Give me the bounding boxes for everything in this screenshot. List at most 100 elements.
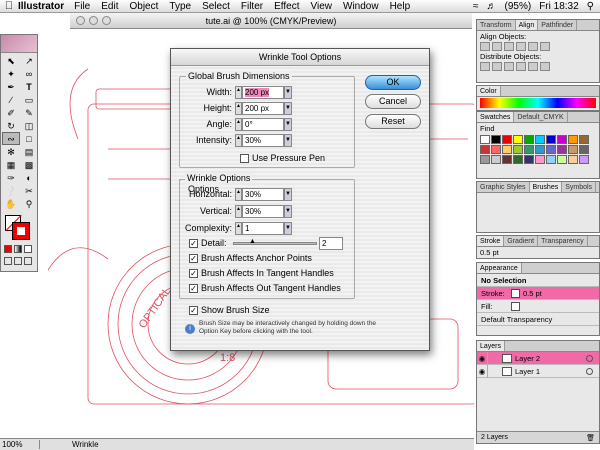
swatch[interactable] (568, 145, 578, 154)
detail-slider[interactable] (233, 242, 317, 245)
tab-graphic-styles[interactable]: Graphic Styles (477, 182, 530, 192)
zoom-window-icon[interactable] (102, 16, 111, 25)
tab-gradient[interactable]: Gradient (504, 236, 539, 246)
tab-brushes[interactable]: Brushes (529, 182, 563, 192)
visibility-eye-icon[interactable]: ◉ (477, 365, 487, 378)
anchor-points-row[interactable]: ✓ Brush Affects Anchor Points (189, 251, 312, 265)
swatch[interactable] (491, 145, 501, 154)
screen-mode-standard-icon[interactable] (4, 257, 12, 265)
distribute-right-icon[interactable] (540, 62, 550, 71)
tab-stroke[interactable]: Stroke (477, 236, 505, 246)
gradient-mode-icon[interactable] (14, 245, 22, 253)
swatch[interactable] (535, 145, 545, 154)
cancel-button[interactable]: Cancel (365, 94, 421, 109)
distribute-hcenter-icon[interactable] (528, 62, 538, 71)
volume-icon[interactable]: ♬ (487, 1, 497, 12)
stroke-swatch[interactable] (12, 222, 30, 240)
pencil-tool-icon[interactable]: ✎ (20, 106, 38, 119)
tab-align[interactable]: Align (515, 20, 539, 30)
visibility-eye-icon[interactable]: ◉ (477, 352, 487, 365)
angle-field[interactable]: 0° (242, 117, 284, 131)
detail-checkbox[interactable]: ✓ (189, 238, 198, 248)
swatch[interactable] (546, 135, 556, 144)
current-tool-status[interactable]: Wrinkle (72, 440, 99, 449)
height-stepper[interactable]: ▲▼ (235, 101, 246, 115)
tab-transform[interactable]: Transform (477, 20, 516, 30)
magic-wand-tool-icon[interactable]: ✦ (2, 67, 20, 80)
menu-object[interactable]: Object (129, 1, 158, 12)
color-mode-icon[interactable] (4, 245, 12, 253)
swatch[interactable] (502, 145, 512, 154)
scissors-tool-icon[interactable]: ✂ (20, 184, 38, 197)
menu-edit[interactable]: Edit (101, 1, 118, 12)
swatch[interactable] (568, 135, 578, 144)
menu-effect[interactable]: Effect (274, 1, 299, 12)
appearance-stroke-row[interactable]: Stroke: 0.5 pt (477, 287, 599, 300)
ok-button[interactable]: OK (365, 75, 421, 90)
tab-layers[interactable]: Layers (477, 341, 506, 351)
complexity-stepper[interactable]: ▲▼ (235, 221, 246, 235)
align-left-icon[interactable] (480, 42, 490, 51)
angle-stepper[interactable]: ▲▼ (235, 117, 246, 131)
swatch[interactable] (557, 155, 567, 164)
menu-select[interactable]: Select (202, 1, 230, 12)
vertical-field[interactable]: 30% (242, 204, 284, 218)
zoom-level[interactable]: 100% (0, 440, 40, 449)
spotlight-icon[interactable]: ⚲ (587, 1, 594, 12)
type-tool-icon[interactable]: T (20, 80, 38, 93)
vertical-stepper[interactable]: ▲▼ (235, 204, 246, 218)
swatch[interactable] (557, 135, 567, 144)
anchor-points-checkbox[interactable]: ✓ (189, 253, 198, 263)
pressure-pen-checkbox[interactable] (240, 153, 249, 163)
layer-name[interactable]: Layer 1 (515, 365, 540, 378)
align-vcenter-icon[interactable] (528, 42, 538, 51)
color-spectrum[interactable] (480, 98, 596, 108)
document-title-bar[interactable]: tute.ai @ 100% (CMYK/Preview) (70, 13, 472, 29)
warp-tool-icon[interactable]: ∾ (2, 132, 20, 145)
rotate-tool-icon[interactable]: ↻ (2, 119, 20, 132)
show-brush-row[interactable]: ✓ Show Brush Size (189, 303, 270, 317)
swatch[interactable] (502, 135, 512, 144)
intensity-field[interactable]: 30% (242, 133, 284, 147)
delete-layer-icon[interactable]: 🗑 (586, 434, 595, 442)
pen-tool-icon[interactable]: ✒ (2, 80, 20, 93)
scale-tool-icon[interactable]: ◫ (20, 119, 38, 132)
pressure-pen-row[interactable]: Use Pressure Pen (240, 151, 325, 165)
swatch[interactable] (557, 145, 567, 154)
align-hcenter-icon[interactable] (492, 42, 502, 51)
horizontal-field[interactable]: 30% (242, 187, 284, 201)
layer-row[interactable]: ◉ Layer 2 (477, 351, 599, 365)
graph-tool-icon[interactable]: ▤ (20, 145, 38, 158)
slice-tool-icon[interactable]: ❔ (2, 184, 20, 197)
reset-button[interactable]: Reset (365, 114, 421, 129)
swatch[interactable] (502, 155, 512, 164)
tab-transparency[interactable]: Transparency (538, 236, 588, 246)
swatch[interactable] (546, 145, 556, 154)
lock-toggle[interactable] (487, 364, 499, 378)
align-right-icon[interactable] (504, 42, 514, 51)
tab-appearance[interactable]: Appearance (477, 263, 522, 273)
complexity-field[interactable]: 1 (242, 221, 284, 235)
free-transform-tool-icon[interactable]: □ (20, 132, 38, 145)
menu-help[interactable]: Help (390, 1, 411, 12)
angle-dropdown-icon[interactable]: ▼ (284, 117, 292, 131)
rectangle-tool-icon[interactable]: ▭ (20, 93, 38, 106)
tab-symbols[interactable]: Symbols (562, 182, 597, 192)
stroke-weight-value[interactable]: 0.5 pt (477, 247, 599, 258)
app-menu[interactable]: Illustrator (18, 1, 64, 12)
line-tool-icon[interactable]: ∕ (2, 93, 20, 106)
swatch[interactable] (480, 155, 490, 164)
swatch[interactable] (535, 155, 545, 164)
menu-filter[interactable]: Filter (241, 1, 263, 12)
in-tangent-row[interactable]: ✓ Brush Affects In Tangent Handles (189, 266, 334, 280)
distribute-bottom-icon[interactable] (504, 62, 514, 71)
width-stepper[interactable]: ▲▼ (235, 85, 246, 99)
symbol-sprayer-tool-icon[interactable]: ✻ (2, 145, 20, 158)
in-tangent-checkbox[interactable]: ✓ (189, 268, 198, 278)
intensity-stepper[interactable]: ▲▼ (235, 133, 246, 147)
complexity-dropdown-icon[interactable]: ▼ (284, 221, 292, 235)
height-dropdown-icon[interactable]: ▼ (284, 101, 292, 115)
swatch[interactable] (524, 135, 534, 144)
lock-toggle[interactable] (487, 351, 499, 365)
tab-default-cmyk[interactable]: Default_CMYK (514, 112, 568, 122)
